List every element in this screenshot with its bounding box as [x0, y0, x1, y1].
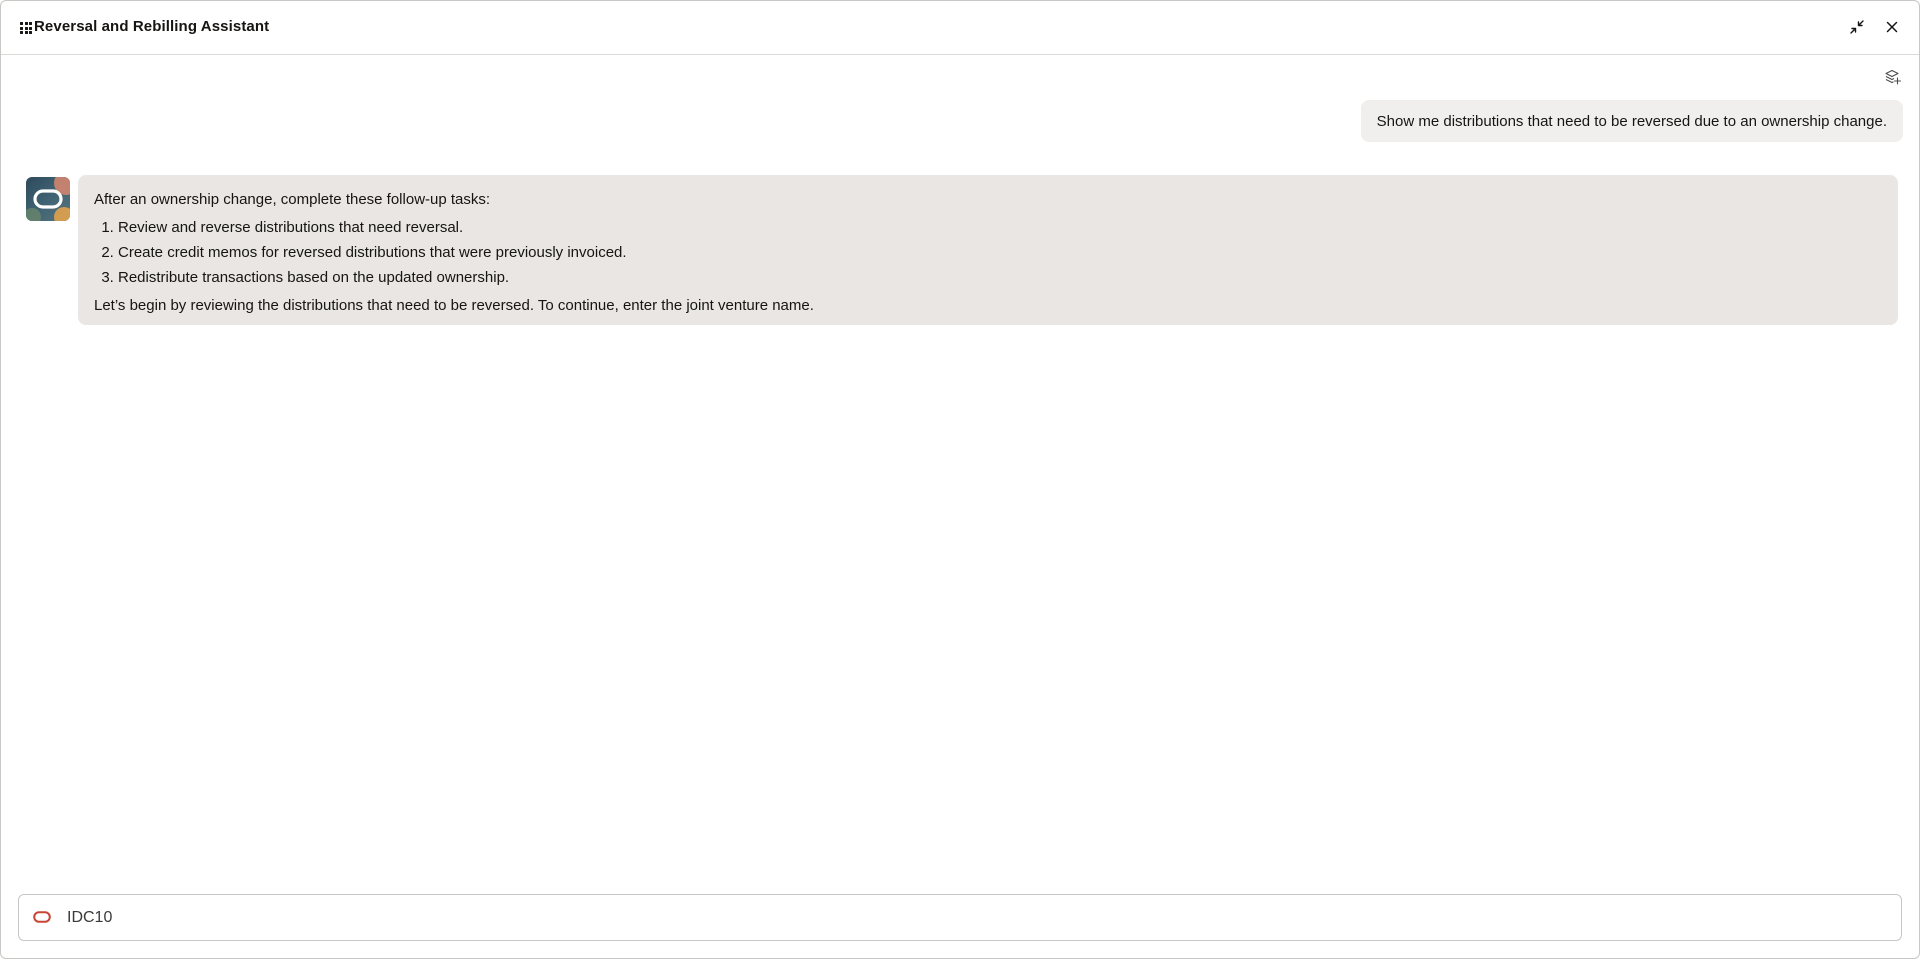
message-input[interactable]	[67, 903, 1867, 933]
close-icon	[1886, 21, 1898, 33]
list-item: Review and reverse distributions that ne…	[118, 215, 1882, 240]
assistant-outro: Let’s begin by reviewing the distributio…	[94, 297, 814, 314]
assistant-avatar	[26, 177, 70, 221]
oracle-assistant-avatar	[26, 177, 70, 221]
chat-transcript: Show me distributions that need to be re…	[1, 55, 1919, 885]
list-item: Redistribute transactions based on the u…	[118, 265, 1882, 290]
layers-plus-icon	[1885, 69, 1901, 85]
user-message: Show me distributions that need to be re…	[1360, 100, 1903, 142]
grid-icon[interactable]	[20, 22, 32, 34]
follow-up-task-list: Review and reverse distributions that ne…	[94, 215, 1882, 290]
user-message-text: Show me distributions that need to be re…	[1376, 112, 1887, 130]
new-chat-button[interactable]	[1882, 66, 1904, 88]
close-button[interactable]	[1881, 16, 1903, 38]
assistant-message: After an ownership change, complete thes…	[78, 175, 1898, 325]
message-composer[interactable]	[18, 894, 1902, 941]
title-bar: Reversal and Rebilling Assistant	[1, 1, 1919, 55]
assistant-window: Reversal and Rebilling Assistant Show me…	[0, 0, 1920, 959]
list-item: Create credit memos for reversed distrib…	[118, 240, 1882, 265]
window-title: Reversal and Rebilling Assistant	[34, 18, 270, 35]
assistant-intro: After an ownership change, complete thes…	[94, 191, 491, 208]
oracle-logo-icon	[33, 911, 51, 923]
minimize-button[interactable]	[1846, 16, 1868, 38]
minimize-arrows-icon	[1850, 20, 1864, 34]
